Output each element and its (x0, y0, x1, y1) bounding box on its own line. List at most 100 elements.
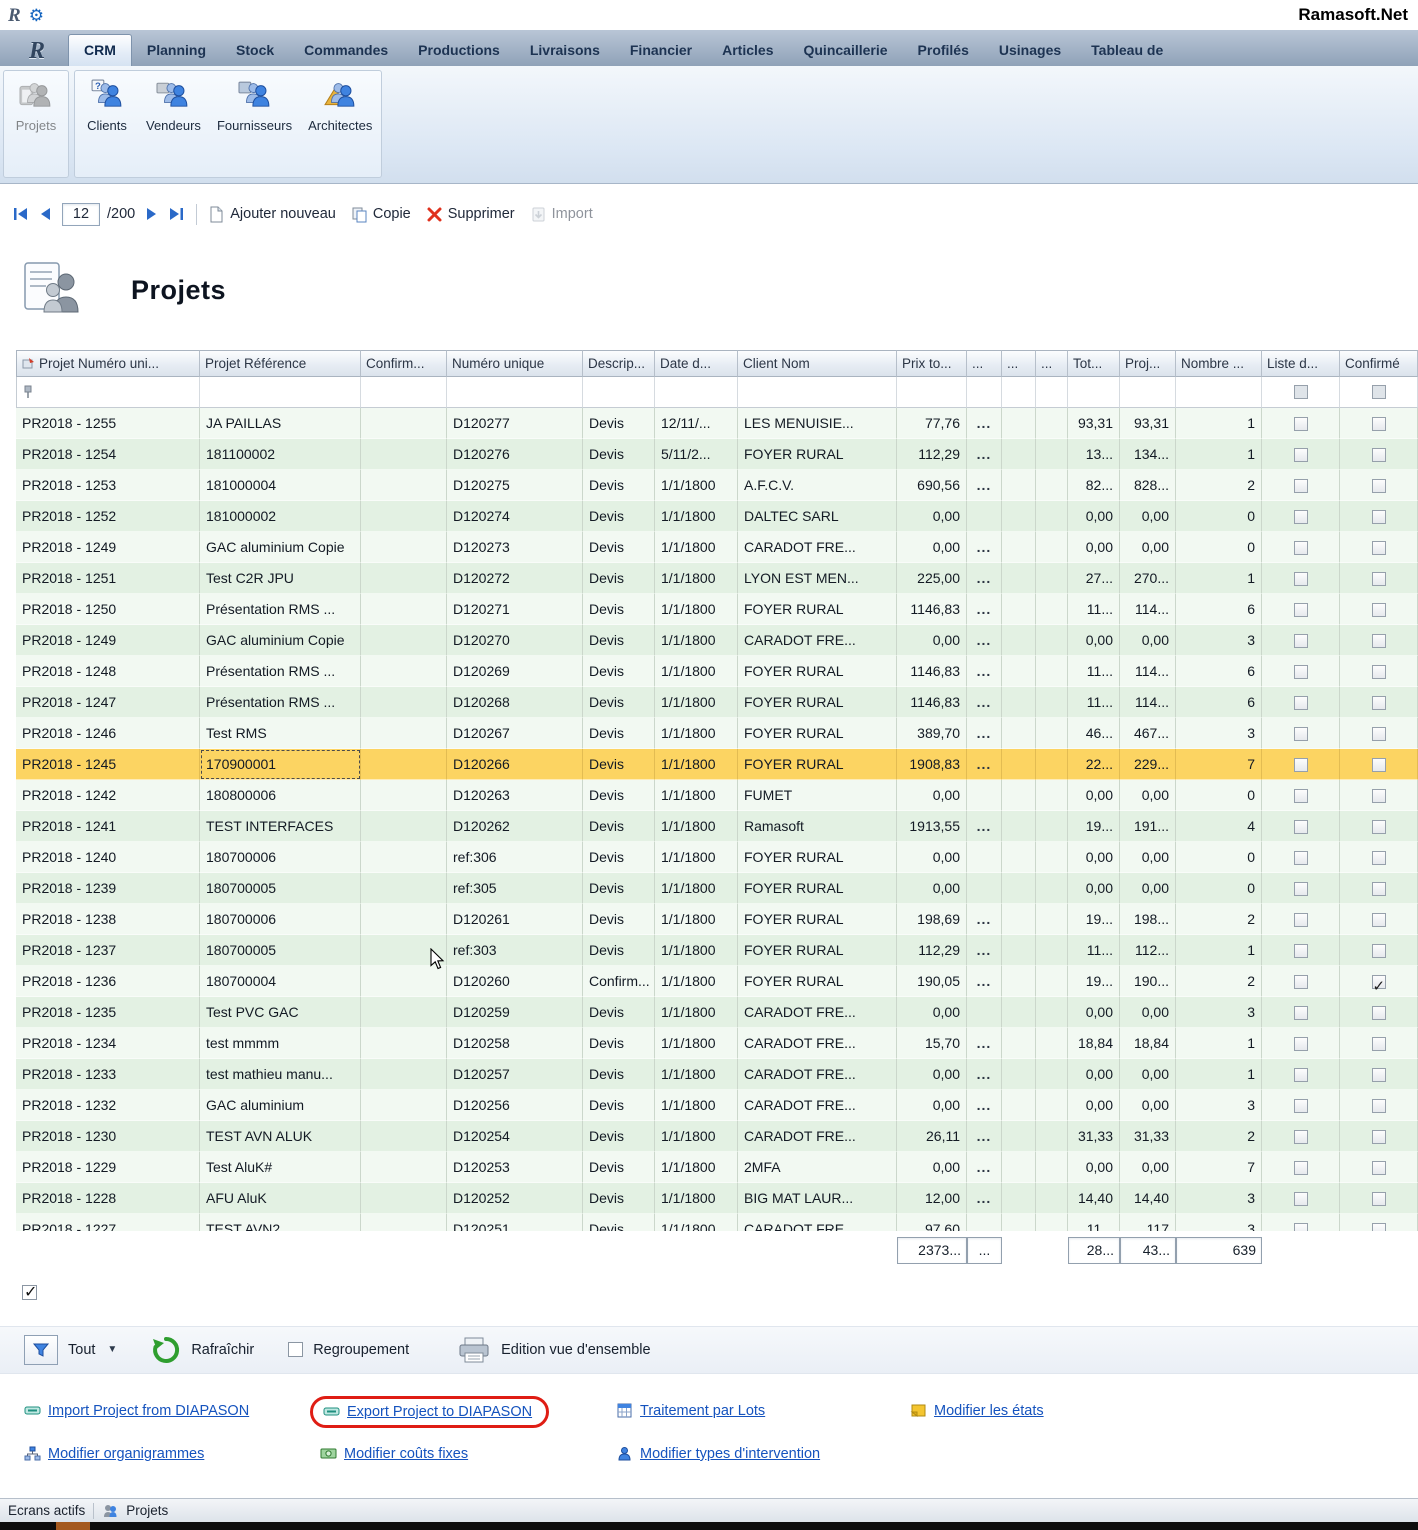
confirme-checkbox[interactable] (1372, 882, 1386, 896)
cell-dots[interactable]: ... (967, 439, 1002, 470)
ribbon-tab-productions[interactable]: Productions (403, 35, 515, 66)
cell-dots[interactable]: ... (967, 408, 1002, 439)
project-row[interactable]: PR2018 - 1234test mmmmD120258Devis1/1/18… (16, 1028, 1418, 1059)
filter-cell-15[interactable] (1340, 377, 1418, 408)
cell-dots[interactable]: ... (967, 1183, 1002, 1214)
filter-cell-8[interactable] (967, 377, 1002, 408)
liste-checkbox[interactable] (1294, 789, 1308, 803)
ribbon-tab-planning[interactable]: Planning (132, 35, 221, 66)
project-row[interactable]: PR2018 - 1251Test C2R JPUD120272Devis1/1… (16, 563, 1418, 594)
liste-checkbox[interactable] (1294, 758, 1308, 772)
column-header-dots-9[interactable]: ... (1002, 350, 1036, 377)
liste-checkbox[interactable] (1294, 603, 1308, 617)
link-modifier-les-tats[interactable]: Modifier les états (934, 1403, 1044, 1419)
refresh-label[interactable]: Rafraîchir (191, 1342, 254, 1358)
active-screen-label[interactable]: Projets (126, 1503, 168, 1518)
filter-cell-9[interactable] (1002, 377, 1036, 408)
liste-checkbox[interactable] (1294, 1223, 1308, 1231)
project-row[interactable]: PR2018 - 1236180700004D120260Confirm...1… (16, 966, 1418, 997)
refresh-icon[interactable] (151, 1335, 181, 1365)
project-row[interactable]: PR2018 - 1240180700006ref:306Devis1/1/18… (16, 842, 1418, 873)
project-row[interactable]: PR2018 - 1229Test AluK#D120253Devis1/1/1… (16, 1152, 1418, 1183)
liste-checkbox[interactable] (1294, 1161, 1308, 1175)
cell-dots[interactable]: ... (967, 656, 1002, 687)
project-row[interactable]: PR2018 - 1249GAC aluminium CopieD120273D… (16, 532, 1418, 563)
project-row[interactable]: PR2018 - 1228AFU AluKD120252Devis1/1/180… (16, 1183, 1418, 1214)
import-button[interactable]: Import (530, 206, 593, 223)
project-row[interactable]: PR2018 - 1241TEST INTERFACESD120262Devis… (16, 811, 1418, 842)
liste-checkbox[interactable] (1294, 417, 1308, 431)
project-row[interactable]: PR2018 - 1249GAC aluminium CopieD120270D… (16, 625, 1418, 656)
cell-dots[interactable]: ... (967, 966, 1002, 997)
confirme-checkbox[interactable] (1372, 1192, 1386, 1206)
filter-cell-4[interactable] (583, 377, 655, 408)
add-new-button[interactable]: Ajouter nouveau (208, 206, 336, 223)
cell-dots[interactable]: ... (967, 1121, 1002, 1152)
confirme-checkbox[interactable] (1372, 975, 1386, 989)
filter-cell-10[interactable] (1036, 377, 1068, 408)
column-header-projet-r-f-rence[interactable]: Projet Référence (200, 350, 361, 377)
liste-checkbox[interactable] (1294, 510, 1308, 524)
filter-dropdown-icon[interactable]: ▼ (107, 1344, 117, 1355)
confirme-checkbox[interactable] (1372, 603, 1386, 617)
copy-button[interactable]: Copie (351, 206, 411, 223)
confirme-checkbox[interactable] (1372, 479, 1386, 493)
liste-checkbox[interactable] (1294, 1006, 1308, 1020)
confirme-checkbox[interactable] (1372, 1006, 1386, 1020)
filter-cell-14[interactable] (1262, 377, 1340, 408)
liste-checkbox[interactable] (1294, 448, 1308, 462)
liste-checkbox[interactable] (1294, 572, 1308, 586)
ribbon-tab-financier[interactable]: Financier (615, 35, 707, 66)
ribbon-tab-usinages[interactable]: Usinages (984, 35, 1076, 66)
liste-checkbox[interactable] (1294, 541, 1308, 555)
cell-dots[interactable]: ... (967, 811, 1002, 842)
project-row[interactable]: PR2018 - 1227TEST AVN2D120251Devis1/1/18… (16, 1214, 1418, 1231)
liste-checkbox[interactable] (1294, 975, 1308, 989)
previous-record-icon[interactable] (37, 206, 55, 222)
ribbon-tab-articles[interactable]: Articles (707, 35, 788, 66)
filter-cell-12[interactable] (1120, 377, 1176, 408)
delete-button[interactable]: Supprimer (426, 206, 515, 223)
liste-checkbox[interactable] (1294, 820, 1308, 834)
cell-dots[interactable]: ... (967, 470, 1002, 501)
app-logo-icon[interactable]: R (8, 6, 21, 25)
project-row[interactable]: PR2018 - 1254181100002D120276Devis5/11/2… (16, 439, 1418, 470)
ribbon-tab-quincaillerie[interactable]: Quincaillerie (788, 35, 902, 66)
column-header-tot[interactable]: Tot... (1068, 350, 1120, 377)
liste-checkbox[interactable] (1294, 1192, 1308, 1206)
cell-dots[interactable]: ... (967, 532, 1002, 563)
project-row[interactable]: PR2018 - 1247Présentation RMS ...D120268… (16, 687, 1418, 718)
column-header-dots-8[interactable]: ... (967, 350, 1002, 377)
printer-icon[interactable] (457, 1336, 491, 1364)
project-row[interactable]: PR2018 - 1248Présentation RMS ...D120269… (16, 656, 1418, 687)
ribbon-button-clients[interactable]: ?Clients (76, 73, 138, 175)
last-record-icon[interactable] (167, 206, 185, 222)
confirme-checkbox[interactable] (1372, 758, 1386, 772)
filter-cell-5[interactable] (655, 377, 738, 408)
confirme-checkbox[interactable] (1372, 727, 1386, 741)
ribbon-button-fournisseurs[interactable]: Fournisseurs (209, 73, 300, 175)
select-all-checkbox[interactable] (22, 1285, 37, 1300)
link-modifier-co-ts-fixes[interactable]: Modifier coûts fixes (344, 1446, 468, 1462)
link-export-project-to-diapason[interactable]: Export Project to DIAPASON (347, 1404, 532, 1420)
confirme-checkbox[interactable] (1372, 1099, 1386, 1113)
grouping-checkbox[interactable] (288, 1342, 303, 1357)
liste-checkbox[interactable] (1294, 913, 1308, 927)
confirme-checkbox[interactable] (1372, 665, 1386, 679)
cell-dots[interactable]: ... (967, 718, 1002, 749)
confirme-checkbox[interactable] (1372, 1037, 1386, 1051)
filter-checkbox[interactable] (1294, 385, 1308, 399)
liste-checkbox[interactable] (1294, 944, 1308, 958)
column-header-date-d[interactable]: Date d... (655, 350, 738, 377)
confirme-checkbox[interactable] (1372, 789, 1386, 803)
confirme-checkbox[interactable] (1372, 510, 1386, 524)
column-header-num-ro-unique[interactable]: Numéro unique (447, 350, 583, 377)
taskbar-button[interactable] (56, 1522, 90, 1530)
filter-cell-0[interactable] (16, 377, 200, 408)
cell-dots[interactable]: ... (967, 749, 1002, 780)
column-header-nombre[interactable]: Nombre ... (1176, 350, 1262, 377)
column-header-prix-to[interactable]: Prix to... (897, 350, 967, 377)
column-header-descrip[interactable]: Descrip... (583, 350, 655, 377)
liste-checkbox[interactable] (1294, 882, 1308, 896)
liste-checkbox[interactable] (1294, 727, 1308, 741)
